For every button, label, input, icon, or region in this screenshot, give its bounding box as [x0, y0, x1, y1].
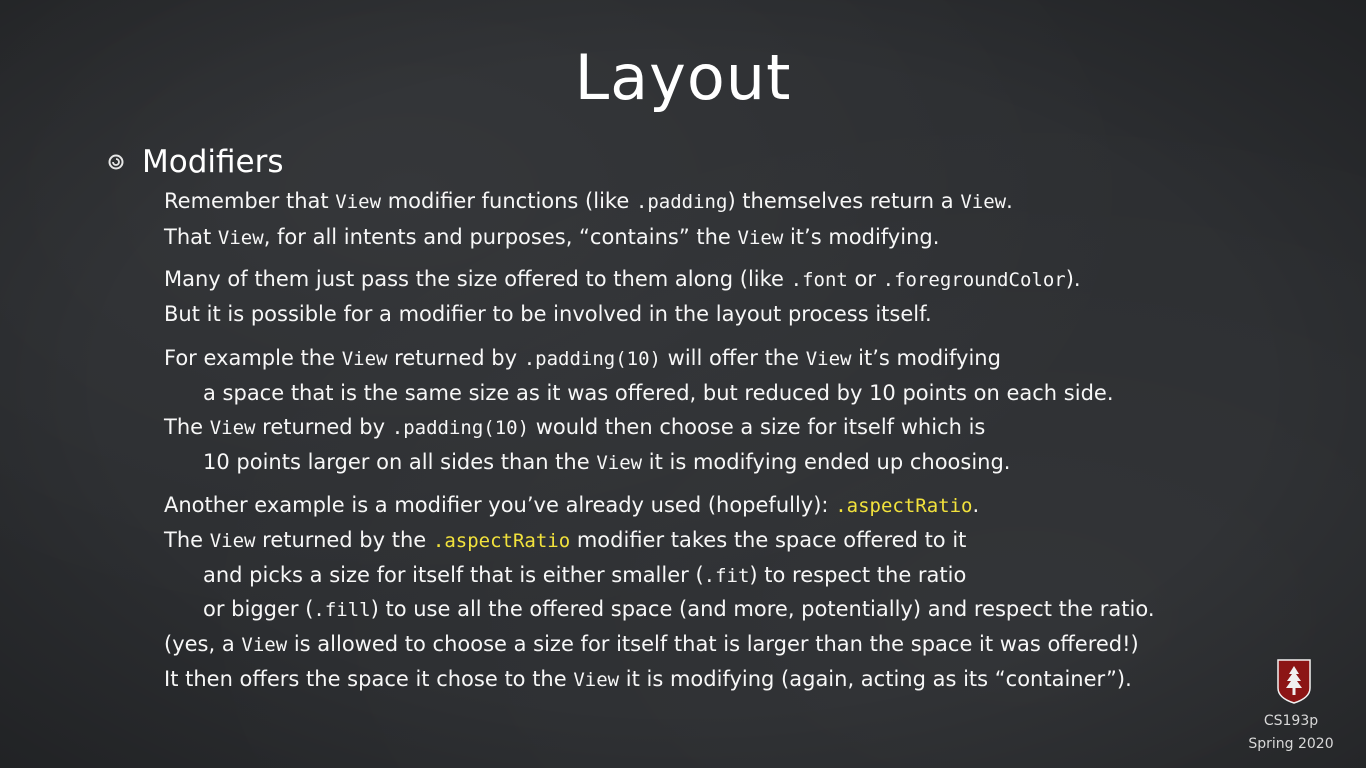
- code-term: View: [596, 452, 643, 474]
- text-segment: It then offers the space it chose to the: [164, 667, 574, 691]
- text-segment: But it is possible for a modifier to be …: [164, 302, 932, 326]
- body-line: and picks a size for itself that is eith…: [203, 560, 966, 591]
- text-segment: it’s modifying: [851, 346, 1001, 370]
- code-term: .fill: [313, 599, 371, 621]
- text-segment: returned by the: [255, 528, 433, 552]
- text-segment: returned by: [387, 346, 524, 370]
- code-term: View: [341, 348, 388, 370]
- text-segment: is allowed to choose a size for itself t…: [287, 632, 1139, 656]
- code-term: .font: [790, 269, 848, 291]
- body-line: Many of them just pass the size offered …: [164, 264, 1081, 295]
- code-term: .padding(10): [523, 348, 661, 370]
- text-segment: ).: [1065, 267, 1081, 291]
- body-line: It then offers the space it chose to the…: [164, 664, 1132, 695]
- code-term: View: [737, 227, 784, 249]
- text-segment: For example the: [164, 346, 342, 370]
- text-segment: .: [1006, 189, 1013, 213]
- body-line: or bigger (.fill) to use all the offered…: [203, 594, 1155, 625]
- code-term: View: [335, 191, 382, 213]
- bullet-heading: Modifiers: [142, 144, 284, 180]
- code-term: .padding: [635, 191, 728, 213]
- text-segment: modifier functions (like: [381, 189, 636, 213]
- slide-title: Layout: [574, 41, 792, 114]
- text-segment: The: [164, 415, 210, 439]
- text-segment: The: [164, 528, 210, 552]
- text-segment: a space that is the same size as it was …: [203, 381, 1114, 405]
- code-term: View: [241, 634, 288, 656]
- body-line: The View returned by .padding(10) would …: [164, 412, 985, 443]
- text-segment: it is modifying ended up choosing.: [642, 450, 1011, 474]
- text-segment: Remember that: [164, 189, 336, 213]
- text-segment: it is modifying (again, acting as its “c…: [619, 667, 1132, 691]
- text-segment: ) themselves return a: [727, 189, 961, 213]
- body-line: Another example is a modifier you’ve alr…: [164, 490, 979, 521]
- bullet-row: Modifiers: [108, 142, 284, 182]
- text-segment: or bigger (: [203, 597, 314, 621]
- body-line: That View, for all intents and purposes,…: [164, 222, 939, 253]
- code-term: View: [217, 227, 264, 249]
- highlighted-code-term: .aspectRatio: [432, 530, 571, 552]
- code-term: View: [960, 191, 1007, 213]
- text-segment: and picks a size for itself that is eith…: [203, 563, 704, 587]
- text-segment: , for all intents and purposes, “contain…: [263, 225, 738, 249]
- code-term: .padding(10): [391, 417, 530, 439]
- text-segment: ) to use all the offered space (and more…: [370, 597, 1155, 621]
- text-segment: will offer the: [661, 346, 806, 370]
- code-term: .foregroundColor: [882, 269, 1066, 291]
- body-line: But it is possible for a modifier to be …: [164, 299, 932, 329]
- text-segment: 10 points larger on all sides than the: [203, 450, 597, 474]
- body-line: For example the View returned by .paddin…: [164, 343, 1001, 374]
- code-term: View: [573, 669, 620, 691]
- body-line: (yes, a View is allowed to choose a size…: [164, 629, 1139, 660]
- code-term: .fit: [703, 565, 750, 587]
- body-line: Remember that View modifier functions (l…: [164, 186, 1013, 217]
- text-segment: (yes, a: [164, 632, 242, 656]
- text-segment: Many of them just pass the size offered …: [164, 267, 791, 291]
- text-segment: would then choose a size for itself whic…: [529, 415, 986, 439]
- text-segment: That: [164, 225, 218, 249]
- course-name: CS193p: [1263, 713, 1319, 729]
- body-line: The View returned by the .aspectRatio mo…: [164, 525, 966, 556]
- body-line: a space that is the same size as it was …: [203, 378, 1114, 408]
- text-segment: ) to respect the ratio: [749, 563, 967, 587]
- spiral-bullet-icon: [108, 154, 124, 170]
- text-segment: or: [847, 267, 883, 291]
- stanford-logo-icon: [1277, 659, 1311, 704]
- text-segment: returned by: [255, 415, 392, 439]
- code-term: View: [805, 348, 852, 370]
- code-term: View: [209, 530, 256, 552]
- body-line: 10 points larger on all sides than the V…: [203, 447, 1010, 478]
- highlighted-code-term: .aspectRatio: [835, 495, 973, 517]
- course-term: Spring 2020: [1248, 736, 1334, 752]
- text-segment: .: [972, 493, 980, 517]
- text-segment: modifier takes the space offered to it: [570, 528, 967, 552]
- text-segment: Another example is a modifier you’ve alr…: [164, 493, 836, 517]
- text-segment: it’s modifying.: [783, 225, 940, 249]
- code-term: View: [209, 417, 256, 439]
